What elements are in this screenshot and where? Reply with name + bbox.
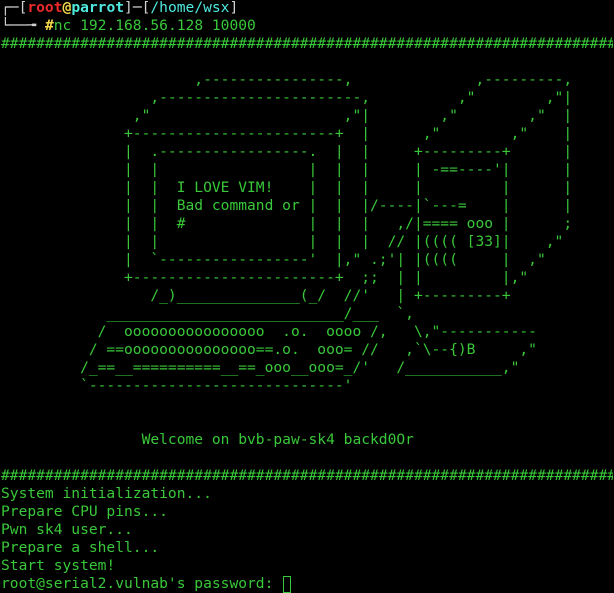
ascii-art-line: ,----------------, ,---------, bbox=[1, 71, 573, 88]
prompt-frame-sep: ]─[ bbox=[124, 0, 151, 16]
prompt-frame-close: ] bbox=[229, 0, 239, 16]
prompt-frame-open: ┌─[ bbox=[1, 0, 28, 16]
boot-log-line: Prepare a shell... bbox=[1, 539, 160, 556]
boot-log-line: Pwn sk4 user... bbox=[1, 521, 133, 538]
ascii-art-line: | | | | | // |(((( [33]| ," bbox=[1, 233, 564, 250]
ascii-art-line: ,-----------------------, ," ,"| bbox=[1, 89, 573, 106]
ascii-art-line bbox=[1, 449, 613, 467]
ascii-art-line: +-----------------------+ | ," ," | bbox=[1, 125, 573, 142]
ascii-art-line: ," ,"| ," ," | bbox=[1, 107, 573, 124]
ascii-art-line: / oooooooooooooooo .o. oooo /, \,"------… bbox=[1, 323, 537, 340]
ascii-art-line: / ==ooooooooooooooo==.o. ooo= // ,`\--{)… bbox=[1, 341, 537, 358]
ascii-art-line bbox=[1, 53, 613, 71]
prompt-symbol: # bbox=[44, 17, 54, 34]
welcome-message: Welcome on bvb-paw-sk4 backd0Or bbox=[1, 431, 414, 448]
banner-separator-top: ########################################… bbox=[1, 35, 613, 52]
ascii-art-line: | | Bad command or | | |/----|`---= | | bbox=[1, 197, 573, 214]
ascii-art-line: | | | | | | -==----'| | bbox=[1, 161, 573, 178]
terminal-window[interactable]: ┌─[root@parrot]─[/home/wsx] └──╼ #nc 192… bbox=[1, 0, 613, 593]
terminal-cursor[interactable] bbox=[283, 576, 292, 593]
boot-log-line: Start system! bbox=[1, 557, 116, 574]
ascii-art-line bbox=[1, 395, 613, 413]
ascii-art-line: ___________________________/___ `, bbox=[1, 305, 414, 322]
ascii-art-line: | .-----------------. | | +---------+ | bbox=[1, 143, 573, 160]
password-prompt-line[interactable]: root@serial2.vulnab's password: bbox=[1, 575, 613, 593]
ascii-art-line: | | I LOVE VIM! | | | | | | bbox=[1, 179, 573, 196]
password-prompt-label: root@serial2.vulnab's password: bbox=[1, 575, 283, 592]
ascii-art-line: /_)______________(_/ //' | +---------+ bbox=[1, 287, 511, 304]
banner-separator-bottom: ########################################… bbox=[1, 467, 613, 484]
prompt-frame-arrow: └──╼ bbox=[1, 17, 45, 34]
boot-log: System initialization... Prepare CPU pin… bbox=[1, 485, 613, 575]
prompt-at: @ bbox=[62, 0, 72, 16]
boot-log-line: Prepare CPU pins... bbox=[1, 503, 168, 520]
ascii-art-line: | `-----------------' |," .;'| |(((( | ,… bbox=[1, 251, 546, 268]
command-line: └──╼ #nc 192.168.56.128 10000 bbox=[1, 17, 613, 35]
ascii-art-line: `-----------------------------' bbox=[1, 377, 353, 394]
prompt-host: parrot bbox=[71, 0, 125, 16]
ascii-art-line: +-----------------------+ ;; | | |," bbox=[1, 269, 529, 286]
ascii-art-line: /_==__==========__==_ooo__ooo=_/' /_____… bbox=[1, 359, 520, 376]
ascii-art-line bbox=[1, 413, 613, 431]
prompt-user: root bbox=[27, 0, 63, 16]
ascii-art-line: | | # | | | ,/|==== ooo | ; bbox=[1, 215, 573, 232]
shell-prompt-line: ┌─[root@parrot]─[/home/wsx] bbox=[1, 0, 613, 17]
prompt-path: /home/wsx bbox=[150, 0, 230, 16]
boot-log-line: System initialization... bbox=[1, 485, 212, 502]
command-text: nc 192.168.56.128 10000 bbox=[53, 17, 256, 34]
ascii-art-banner: ,----------------, ,---------, ,--------… bbox=[1, 53, 613, 467]
